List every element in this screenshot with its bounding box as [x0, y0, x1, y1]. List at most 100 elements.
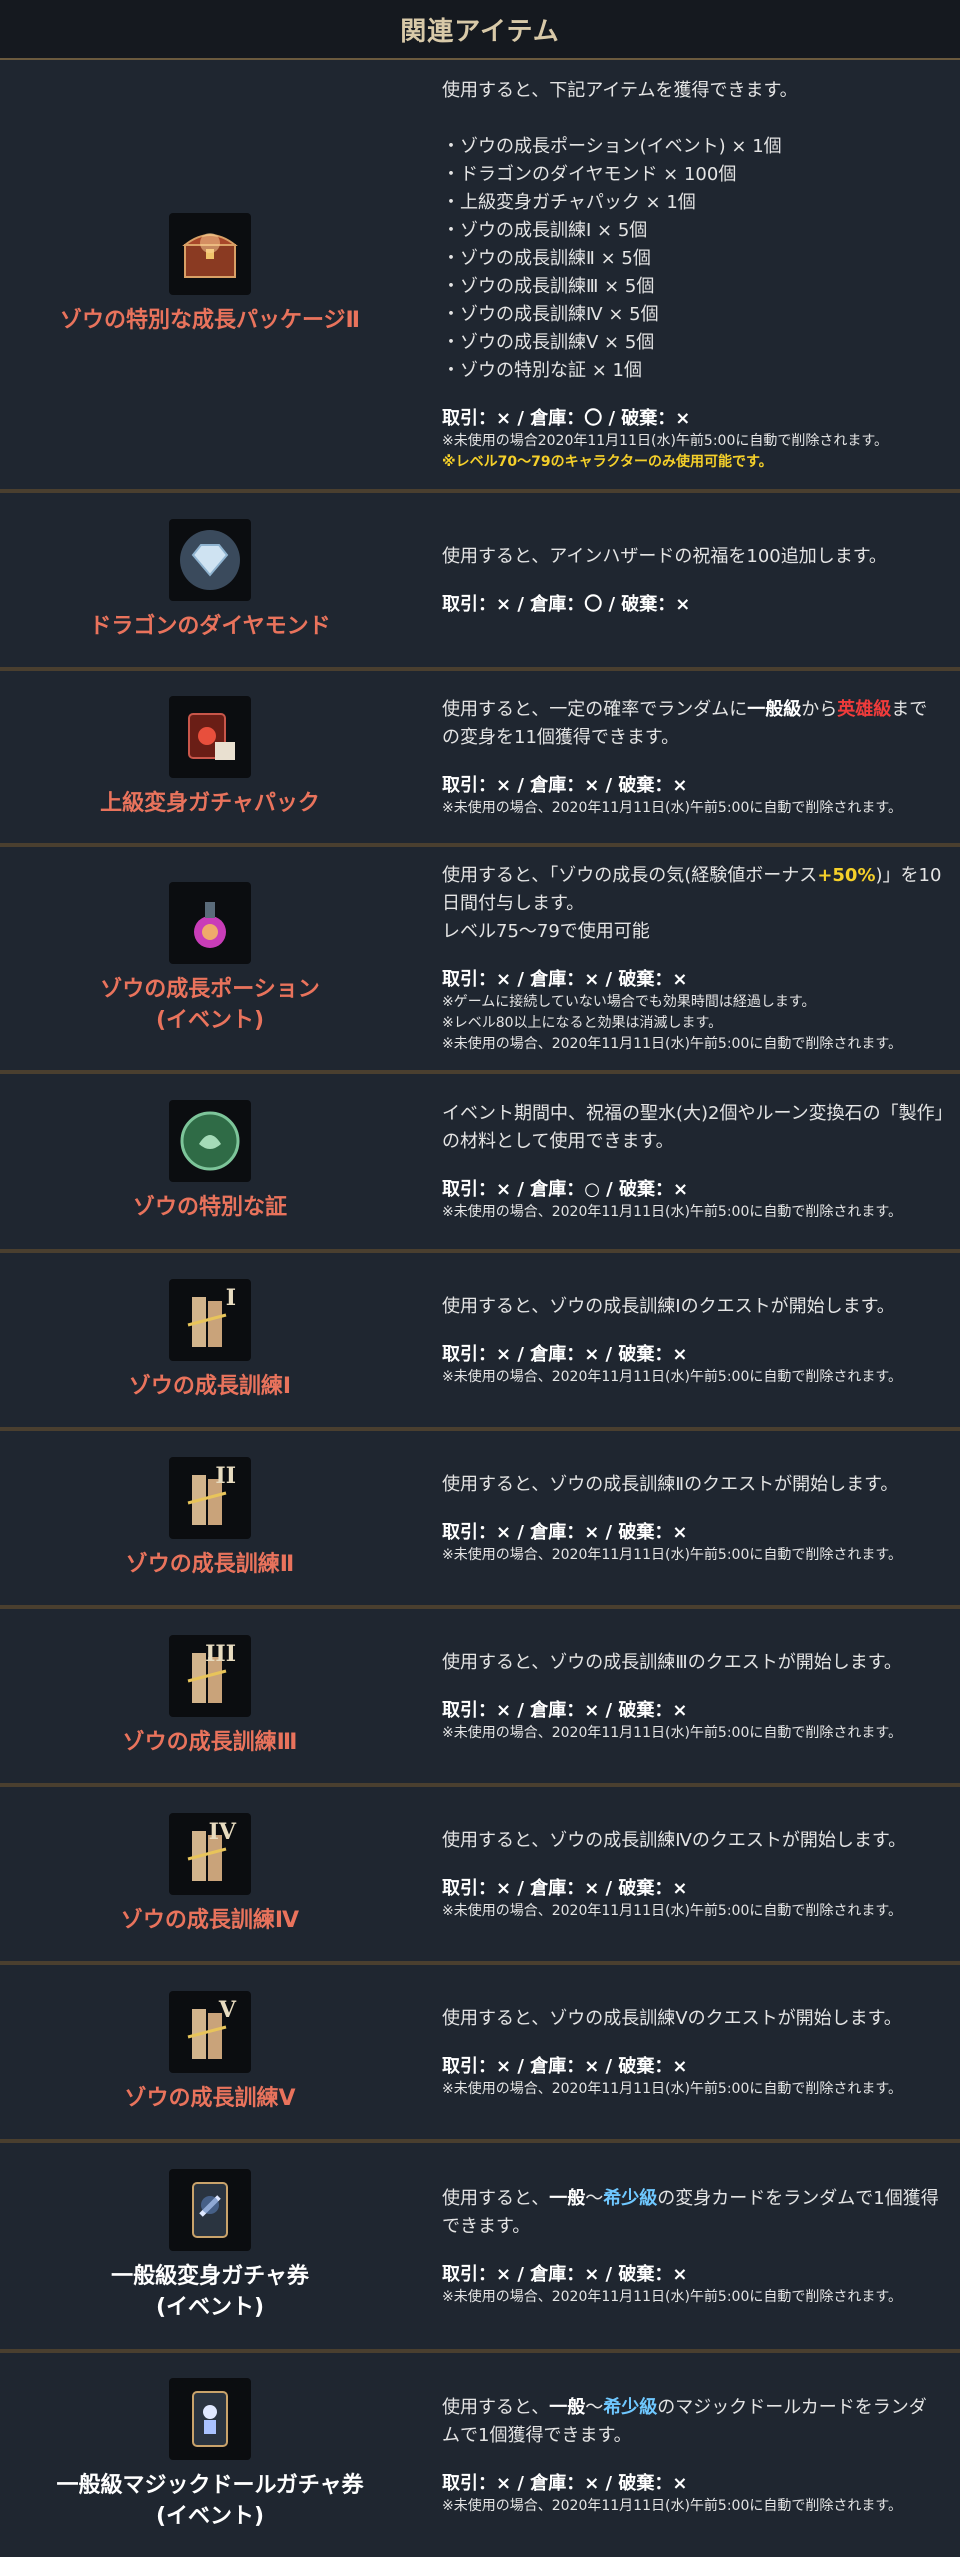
- list-item: ・ゾウの成長訓練Ⅰ × 5個: [442, 219, 648, 241]
- item-left: ゾウの特別な証: [0, 1074, 420, 1249]
- expiry-note: ※未使用の場合、2020年11月11日(水)午前5:00に自動で削除されます。: [442, 1902, 902, 1919]
- related-items-panel: 関連アイテム ゾウの特別な成長パッケージⅡ 使用すると、下記アイテムを獲得できま…: [0, 0, 960, 2557]
- item-description: 使用すると、ゾウの成長訓練Ⅳのクエストが開始します。: [442, 1829, 907, 1851]
- item-description: 使用すると、ゾウの成長訓練Ⅱのクエストが開始します。: [442, 1473, 899, 1495]
- scroll-icon: I: [169, 1278, 251, 1361]
- list-item: ・ゾウの成長訓練Ⅱ × 5個: [442, 247, 651, 269]
- note: ※ゲームに接続していない場合でも効果時間は経過します。: [442, 994, 816, 1010]
- expiry-note: ※未使用の場合、2020年11月11日(水)午前5:00に自動で削除されます。: [442, 1724, 902, 1741]
- item-row: ドラゴンのダイヤモンド 使用すると、アインハザードの祝福を100追加します。 取…: [0, 493, 960, 671]
- item-left: 一般級マジックドールガチャ券 (イベント): [0, 2353, 420, 2557]
- item-name: ゾウの成長訓練Ⅱ: [125, 1551, 295, 1577]
- item-description: 使用すると、一定の確率でランダムに一般級から英雄級までの変身を11個獲得できます…: [442, 698, 928, 748]
- item-description: 使用すると、一般～希少級の変身カードをランダムで1個獲得できます。: [442, 2187, 939, 2237]
- expiry-note: ※未使用の場合、2020年11月11日(水)午前5:00に自動で削除されます。: [442, 1204, 902, 1220]
- expiry-note: ※未使用の場合、2020年11月11日(水)午前5:00に自動で削除されます。: [442, 2288, 902, 2305]
- item-details: 使用すると、ゾウの成長訓練Ⅴのクエストが開始します。 取引：× / 倉庫：× /…: [420, 1965, 960, 2139]
- trade-info: 取引：× / 倉庫：× / 破棄：×: [442, 2263, 688, 2285]
- trade-info: 取引：× / 倉庫：○ / 破棄：×: [442, 1179, 689, 1200]
- gacha-pack-icon: [169, 695, 251, 778]
- scroll-icon: III: [169, 1634, 251, 1717]
- section-header: 関連アイテム: [0, 0, 960, 60]
- item-description: 使用すると、アインハザードの祝福を100追加します。: [442, 546, 887, 567]
- trade-info: 取引：× / 倉庫：× / 破棄：×: [442, 774, 688, 796]
- scroll-icon: IV: [169, 1812, 251, 1895]
- item-description: 使用すると、ゾウの成長訓練Ⅲのクエストが開始します。: [442, 1651, 902, 1673]
- emblem-icon: [169, 1100, 251, 1182]
- list-item: ・上級変身ガチャパック × 1個: [442, 191, 696, 213]
- expiry-note: ※未使用の場合、2020年11月11日(水)午前5:00に自動で削除されます。: [442, 1368, 902, 1385]
- item-name: ゾウの特別な成長パッケージⅡ: [59, 308, 361, 333]
- item-row: II ゾウの成長訓練Ⅱ 使用すると、ゾウの成長訓練Ⅱのクエストが開始します。 取…: [0, 1431, 960, 1609]
- expiry-note: ※未使用の場合、2020年11月11日(水)午前5:00に自動で削除されます。: [442, 2080, 902, 2097]
- item-name: ゾウの特別な証: [132, 1195, 287, 1220]
- item-details: 使用すると、ゾウの成長訓練Ⅱのクエストが開始します。 取引：× / 倉庫：× /…: [420, 1431, 960, 1605]
- item-left: 上級変身ガチャパック: [0, 671, 420, 843]
- item-description: 使用すると、「ゾウの成長の気(経験値ボーナス+50%)」を10日間付与します。レ…: [442, 865, 942, 942]
- item-left: I ゾウの成長訓練Ⅰ: [0, 1253, 420, 1427]
- item-name: 一般級変身ガチャ券 (イベント): [111, 2264, 309, 2320]
- item-details: 使用すると、一定の確率でランダムに一般級から英雄級までの変身を11個獲得できます…: [420, 671, 960, 843]
- item-row: III ゾウの成長訓練Ⅲ 使用すると、ゾウの成長訓練Ⅲのクエストが開始します。 …: [0, 1609, 960, 1787]
- item-row: 上級変身ガチャパック 使用すると、一定の確率でランダムに一般級から英雄級までの変…: [0, 671, 960, 847]
- note: ※レベル80以上になると効果は消滅します。: [442, 1015, 723, 1031]
- expiry-note: ※未使用の場合、2020年11月11日(水)午前5:00に自動で削除されます。: [442, 1036, 902, 1052]
- item-left: ゾウの特別な成長パッケージⅡ: [0, 60, 420, 489]
- item-details: 使用すると、ゾウの成長訓練Ⅲのクエストが開始します。 取引：× / 倉庫：× /…: [420, 1609, 960, 1783]
- item-left: ゾウの成長ポーション (イベント): [0, 847, 420, 1070]
- item-row: IV ゾウの成長訓練Ⅳ 使用すると、ゾウの成長訓練Ⅳのクエストが開始します。 取…: [0, 1787, 960, 1965]
- list-item: ・ゾウの成長訓練Ⅳ × 5個: [442, 303, 659, 325]
- item-details: イベント期間中、祝福の聖水(大)2個やルーン変換石の「製作」の材料として使用でき…: [420, 1074, 960, 1249]
- magic-doll-card-icon: [169, 2378, 251, 2460]
- list-item: ・ゾウの特別な証 × 1個: [442, 359, 642, 381]
- item-left: II ゾウの成長訓練Ⅱ: [0, 1431, 420, 1605]
- expiry-note: ※未使用の場合、2020年11月11日(水)午前5:00に自動で削除されます。: [442, 799, 902, 816]
- list-item: ・ドラゴンのダイヤモンド × 100個: [442, 163, 737, 185]
- trade-info: 取引：× / 倉庫：× / 破棄：×: [442, 1343, 688, 1365]
- trade-info: 取引：× / 倉庫：× / 破棄：×: [442, 969, 688, 990]
- item-details: 使用すると、ゾウの成長訓練Ⅰのクエストが開始します。 取引：× / 倉庫：× /…: [420, 1253, 960, 1427]
- item-name: ゾウの成長訓練Ⅳ: [120, 1907, 300, 1933]
- section-title: 関連アイテム: [400, 16, 560, 47]
- diamond-icon: [169, 518, 251, 601]
- item-name: ゾウの成長ポーション (イベント): [100, 976, 320, 1033]
- scroll-icon: V: [169, 1990, 251, 2073]
- item-left: V ゾウの成長訓練Ⅴ: [0, 1965, 420, 2139]
- trade-info: 取引：× / 倉庫：× / 破棄：×: [442, 1521, 688, 1543]
- item-description: 使用すると、下記アイテムを獲得できます。: [442, 79, 798, 101]
- item-left: IV ゾウの成長訓練Ⅳ: [0, 1787, 420, 1961]
- list-item: ・ゾウの成長訓練Ⅲ × 5個: [442, 275, 655, 297]
- item-description: 使用すると、ゾウの成長訓練Ⅴのクエストが開始します。: [442, 2007, 902, 2029]
- item-left: ドラゴンのダイヤモンド: [0, 493, 420, 667]
- reward-list: ・ゾウの成長ポーション(イベント) × 1個 ・ドラゴンのダイヤモンド × 10…: [442, 133, 944, 385]
- item-details: 使用すると、一般～希少級のマジックドールカードをランダムで1個獲得できます。 取…: [420, 2353, 960, 2557]
- item-name: ゾウの成長訓練Ⅰ: [128, 1373, 292, 1399]
- expiry-note: ※未使用の場合、2020年11月11日(水)午前5:00に自動で削除されます。: [442, 2497, 902, 2514]
- item-row: I ゾウの成長訓練Ⅰ 使用すると、ゾウの成長訓練Ⅰのクエストが開始します。 取引…: [0, 1253, 960, 1431]
- item-row: ゾウの特別な証 イベント期間中、祝福の聖水(大)2個やルーン変換石の「製作」の材…: [0, 1074, 960, 1253]
- item-description: 使用すると、一般～希少級のマジックドールカードをランダムで1個獲得できます。: [442, 2396, 927, 2446]
- item-details: 使用すると、「ゾウの成長の気(経験値ボーナス+50%)」を10日間付与します。レ…: [420, 847, 960, 1070]
- level-note: ※レベル70～79のキャラクターのみ使用可能です。: [442, 453, 773, 470]
- list-item: ・ゾウの成長ポーション(イベント) × 1個: [442, 135, 782, 157]
- item-description: 使用すると、ゾウの成長訓練Ⅰのクエストが開始します。: [442, 1295, 895, 1317]
- transform-card-icon: [169, 2169, 251, 2251]
- item-name: 上級変身ガチャパック: [100, 790, 320, 816]
- expiry-note: ※未使用の場合、2020年11月11日(水)午前5:00に自動で削除されます。: [442, 1546, 902, 1563]
- item-left: III ゾウの成長訓練Ⅲ: [0, 1609, 420, 1783]
- item-row: 一般級マジックドールガチャ券 (イベント) 使用すると、一般～希少級のマジックドー…: [0, 2353, 960, 2557]
- scroll-icon: II: [169, 1456, 251, 1539]
- item-name: ゾウの成長訓練Ⅲ: [122, 1729, 298, 1755]
- trade-info: 取引：× / 倉庫：× / 破棄：×: [442, 2472, 688, 2494]
- item-row: V ゾウの成長訓練Ⅴ 使用すると、ゾウの成長訓練Ⅴのクエストが開始します。 取引…: [0, 1965, 960, 2143]
- expiry-note: ※未使用の場合2020年11月11日(水)午前5:00に自動で削除されます。: [442, 432, 888, 449]
- item-left: 一般級変身ガチャ券 (イベント): [0, 2143, 420, 2349]
- item-name: ゾウの成長訓練Ⅴ: [124, 2085, 296, 2111]
- item-name: 一般級マジックドールガチャ券 (イベント): [56, 2473, 364, 2529]
- item-row: ゾウの特別な成長パッケージⅡ 使用すると、下記アイテムを獲得できます。 ・ゾウの…: [0, 60, 960, 493]
- item-row: 一般級変身ガチャ券 (イベント) 使用すると、一般～希少級の変身カードをランダムで…: [0, 2143, 960, 2353]
- item-description: イベント期間中、祝福の聖水(大)2個やルーン変換石の「製作」の材料として使用でき…: [442, 1103, 944, 1152]
- trade-info: 取引：× / 倉庫：× / 破棄：×: [442, 1877, 688, 1899]
- treasure-chest-icon: [169, 213, 251, 295]
- item-row: ゾウの成長ポーション (イベント) 使用すると、「ゾウの成長の気(経験値ボーナス+…: [0, 847, 960, 1074]
